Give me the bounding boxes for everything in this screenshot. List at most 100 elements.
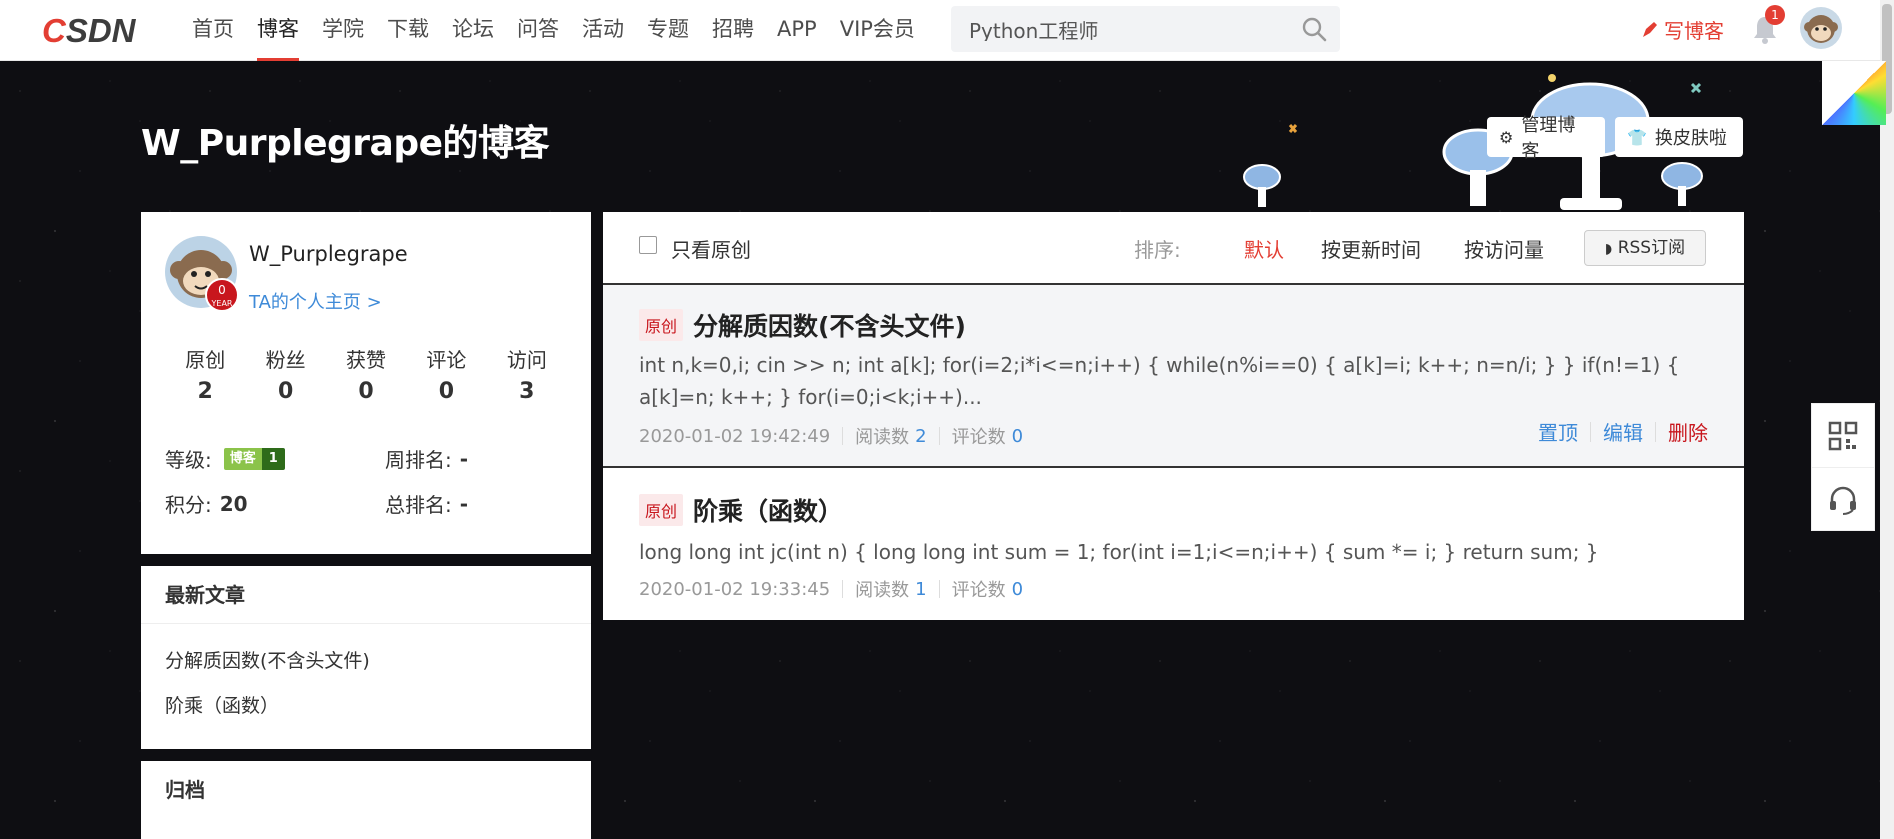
rss-icon: ◗ (1604, 241, 1613, 257)
recent-article-link[interactable]: 阶乘（函数） (165, 691, 567, 718)
edit-button[interactable]: 编辑 (1603, 417, 1643, 446)
search-input[interactable] (969, 17, 1289, 41)
gear-icon: ⚙ (1499, 127, 1514, 147)
page-scrollbar[interactable] (1880, 0, 1894, 839)
reads-label: 阅读数 (855, 580, 910, 601)
points-label: 积分: (165, 493, 212, 517)
article-title[interactable]: 分解质因数(不含头文件) (693, 307, 966, 343)
points-row: 积分: 20 (165, 489, 248, 518)
level-row: 等级: 博客 1 (165, 444, 285, 473)
recent-articles-card: 最新文章 分解质因数(不含头文件) 阶乘（函数） (141, 566, 591, 749)
change-skin-button[interactable]: 👕 换皮肤啦 (1615, 117, 1743, 157)
article-date: 2020-01-02 19:33:45 (639, 578, 831, 600)
monkey-avatar-icon (1804, 15, 1838, 43)
nav-item-jobs[interactable]: 招聘 (712, 0, 754, 61)
original-tag: 原创 (639, 309, 684, 341)
archive-heading: 归档 (165, 778, 205, 802)
floating-toolbar (1811, 403, 1875, 531)
sort-by-visits[interactable]: 按访问量 (1464, 234, 1544, 263)
nav-item-vip[interactable]: VIP会员 (840, 0, 915, 61)
article-meta: 2020-01-02 19:42:49 阅读数 2 评论数 0 (639, 423, 1023, 449)
blog-title: W_Purplegrape的博客 (141, 123, 550, 164)
year-badge: 0 YEAR (205, 278, 239, 312)
reads-label: 阅读数 (855, 427, 910, 448)
only-original-checkbox[interactable] (639, 236, 657, 254)
personal-homepage-link[interactable]: TA的个人主页 > (249, 288, 382, 314)
nav-item-home[interactable]: 首页 (192, 0, 234, 61)
nav-item-forum[interactable]: 论坛 (452, 0, 494, 61)
total-rank-row: 总排名: - (385, 489, 468, 518)
stat-visits[interactable]: 访问 3 (487, 344, 567, 404)
article-description[interactable]: int n,k=0,i; cin >> n; int a[k]; for(i=2… (639, 349, 1709, 413)
nav-item-qa[interactable]: 问答 (517, 0, 559, 61)
total-rank-value: - (459, 491, 469, 516)
manage-blog-button[interactable]: ⚙ 管理博客 (1487, 115, 1605, 162)
week-rank-row: 周排名: - (385, 444, 468, 473)
search-icon[interactable] (1300, 15, 1328, 43)
stat-fans[interactable]: 粉丝 0 (245, 344, 325, 404)
article-header: 原创 分解质因数(不含头文件) (639, 307, 966, 343)
level-badge[interactable]: 博客 1 (223, 447, 285, 470)
article-title[interactable]: 阶乘（函数） (693, 492, 843, 528)
comments-label: 评论数 (951, 427, 1006, 448)
search-box (951, 6, 1340, 52)
article-item[interactable]: 原创 阶乘（函数） long long int jc(int n) { long… (603, 470, 1744, 620)
week-rank-label: 周排名: (385, 448, 452, 472)
only-original-label[interactable]: 只看原创 (671, 234, 751, 263)
recent-article-link[interactable]: 分解质因数(不含头文件) (165, 646, 567, 673)
nav-item-download[interactable]: 下载 (387, 0, 429, 61)
article-date: 2020-01-02 19:42:49 (639, 425, 831, 447)
total-rank-label: 总排名: (385, 493, 452, 517)
reads-count: 1 (915, 578, 927, 600)
shirt-icon: 👕 (1627, 127, 1647, 147)
points-value: 20 (219, 491, 248, 516)
stat-comments[interactable]: 评论 0 (406, 344, 486, 404)
nav-item-events[interactable]: 活动 (582, 0, 624, 61)
rss-subscribe-button[interactable]: ◗ RSS订阅 (1584, 230, 1706, 266)
pin-top-button[interactable]: 置顶 (1538, 417, 1578, 446)
week-rank-value: - (459, 446, 469, 471)
customer-service-button[interactable] (1812, 468, 1874, 532)
reads-count: 2 (915, 425, 927, 447)
sort-by-update-time[interactable]: 按更新时间 (1321, 234, 1421, 263)
sort-default[interactable]: 默认 (1244, 234, 1284, 263)
profile-card: 0 YEAR W_Purplegrape TA的个人主页 > 原创 2 粉丝 0 … (141, 212, 591, 554)
nav-item-topics[interactable]: 专题 (647, 0, 689, 61)
nav-item-academy[interactable]: 学院 (322, 0, 364, 61)
level-label: 等级: (165, 448, 212, 472)
delete-button[interactable]: 删除 (1668, 417, 1708, 446)
original-tag: 原创 (639, 494, 684, 526)
nav-item-app[interactable]: APP (777, 0, 817, 61)
main-nav: 首页 博客 学院 下载 论坛 问答 活动 专题 招聘 APP VIP会员 (192, 0, 938, 61)
sort-label: 排序: (1134, 238, 1181, 262)
pen-icon (1643, 21, 1657, 37)
qr-code-button[interactable] (1812, 404, 1874, 468)
recent-articles-list: 分解质因数(不含头文件) 阶乘（函数） (141, 624, 591, 718)
filter-bar: 只看原创 排序: 默认 按更新时间 按访问量 ◗ RSS订阅 (603, 212, 1744, 285)
skin-palette-corner[interactable] (1822, 61, 1886, 125)
nav-item-blog[interactable]: 博客 (257, 0, 299, 61)
archive-card: 归档 (141, 761, 591, 839)
rss-label: RSS订阅 (1617, 238, 1686, 258)
comments-count: 0 (1011, 578, 1024, 600)
stat-likes[interactable]: 获赞 0 (326, 344, 406, 404)
profile-stats: 原创 2 粉丝 0 获赞 0 评论 0 访问 3 (165, 344, 567, 404)
recent-articles-heading: 最新文章 (141, 566, 591, 624)
manage-blog-label: 管理博客 (1521, 115, 1576, 162)
comments-label: 评论数 (951, 580, 1006, 601)
article-description[interactable]: long long int jc(int n) { long long int … (639, 536, 1709, 568)
article-operations: 置顶 编辑 删除 (1538, 417, 1708, 446)
write-blog-label: 写博客 (1664, 19, 1724, 43)
headset-icon (1830, 486, 1856, 515)
stat-original[interactable]: 原创 2 (165, 344, 245, 404)
write-blog-button[interactable]: 写博客 (1640, 15, 1724, 44)
article-item[interactable]: 原创 分解质因数(不含头文件) int n,k=0,i; cin >> n; i… (603, 285, 1744, 468)
article-meta: 2020-01-02 19:33:45 阅读数 1 评论数 0 (639, 576, 1023, 602)
csdn-logo[interactable]: CSDN (42, 12, 136, 50)
profile-name: W_Purplegrape (249, 242, 408, 266)
top-navigation-bar: CSDN 首页 博客 学院 下载 论坛 问答 活动 专题 招聘 APP VIP会… (0, 0, 1894, 61)
article-list-panel: 只看原创 排序: 默认 按更新时间 按访问量 ◗ RSS订阅 原创 分解质因数(… (603, 212, 1744, 620)
article-header: 原创 阶乘（函数） (639, 492, 843, 528)
notification-badge: 1 (1765, 5, 1785, 25)
user-avatar[interactable] (1800, 7, 1842, 49)
